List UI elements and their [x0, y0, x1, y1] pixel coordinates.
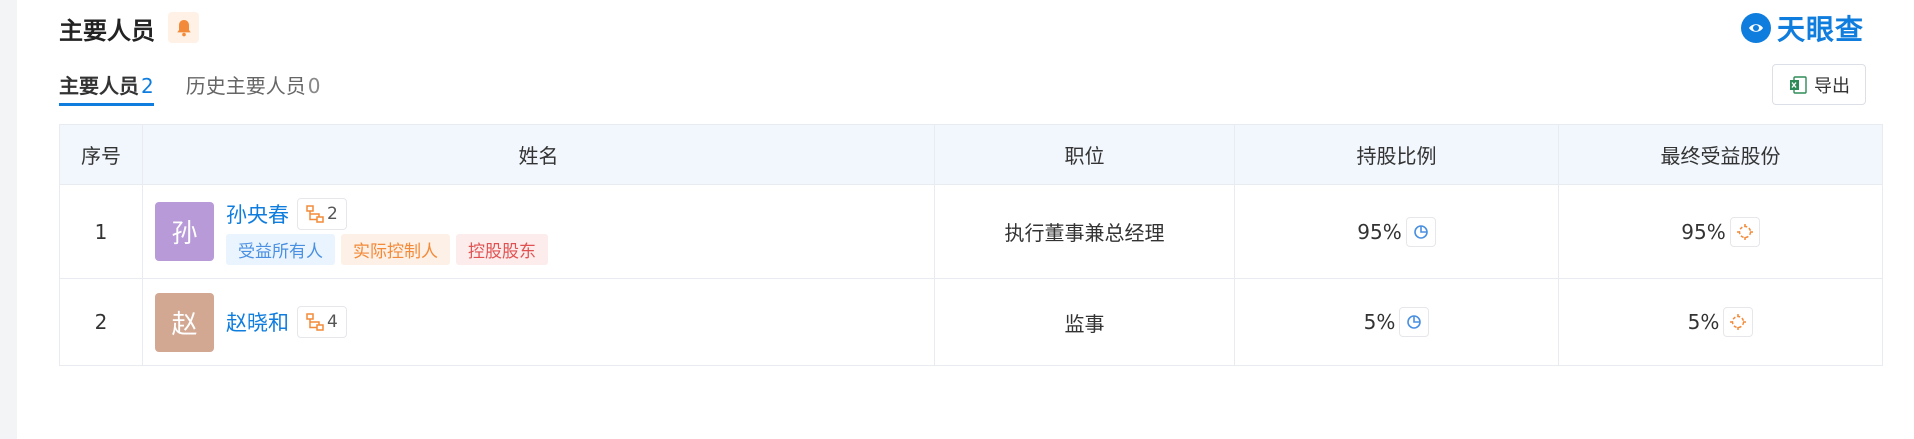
tab-label: 历史主要人员: [185, 74, 306, 98]
beneficial-value: 95%: [1681, 219, 1726, 244]
logo-icon: [1740, 13, 1771, 43]
excel-icon: [1790, 75, 1807, 94]
logo-text: 天眼查: [1776, 13, 1864, 46]
name-cell: 孙 孙央春 2 受益所有人 实际控制人 控股股东: [142, 184, 935, 279]
shareholding-cell: 5%: [1234, 278, 1559, 366]
col-header-shareholding: 持股比例: [1234, 124, 1559, 185]
main-personnel-card: 主要人员 天眼查 主要人员 2 历史主要人员 0 导出 序号 姓名 职位 持股比…: [17, 0, 1914, 439]
tag-beneficial-owner: 受益所有人: [226, 234, 335, 265]
relation-count: 2: [327, 204, 338, 224]
person-name-link[interactable]: 孙央春: [226, 199, 289, 229]
tab-label: 主要人员: [59, 74, 139, 98]
tag-actual-controller: 实际控制人: [341, 234, 450, 265]
col-header-index: 序号: [59, 124, 143, 185]
position-cell: 监事: [934, 278, 1235, 366]
beneficial-value: 5%: [1687, 310, 1720, 334]
export-label: 导出: [1814, 75, 1850, 97]
pie-chart-icon[interactable]: [1399, 307, 1430, 337]
relation-graph-icon: [306, 205, 324, 223]
tag-controlling-shareholder: 控股股东: [456, 234, 548, 265]
row-index: 2: [59, 278, 143, 366]
penetration-icon[interactable]: [1723, 307, 1754, 337]
beneficial-cell: 95%: [1558, 184, 1883, 279]
relation-graph-icon: [306, 313, 324, 331]
shareholding-value: 5%: [1363, 310, 1396, 334]
col-header-beneficial: 最终受益股份: [1558, 124, 1883, 185]
tab-count: 2: [141, 74, 154, 98]
relation-count: 4: [327, 312, 338, 332]
person-name-link[interactable]: 赵晓和: [226, 307, 289, 337]
avatar[interactable]: 赵: [155, 292, 214, 352]
tab-main-personnel[interactable]: 主要人员 2: [59, 70, 154, 106]
tab-count: 0: [307, 74, 321, 98]
position-cell: 执行董事兼总经理: [934, 184, 1235, 279]
pie-chart-icon[interactable]: [1405, 216, 1436, 247]
avatar[interactable]: 孙: [155, 202, 214, 261]
tianyancha-logo: 天眼查: [1739, 10, 1864, 46]
row-index: 1: [59, 184, 143, 279]
tab-bar: 主要人员 2 历史主要人员 0: [59, 70, 320, 106]
name-cell: 赵 赵晓和 4: [142, 278, 935, 366]
personnel-table: 序号 姓名 职位 持股比例 最终受益股份 1 孙 孙央春 2 受益所有人 实际控…: [59, 124, 1883, 366]
shareholding-cell: 95%: [1234, 184, 1559, 279]
shareholding-value: 95%: [1357, 219, 1402, 244]
beneficial-cell: 5%: [1558, 278, 1883, 366]
col-header-position: 职位: [934, 124, 1235, 185]
section-title: 主要人员: [59, 17, 155, 45]
tab-history-personnel[interactable]: 历史主要人员 0: [186, 70, 321, 106]
bell-icon[interactable]: [168, 12, 199, 43]
penetration-icon[interactable]: [1729, 216, 1760, 247]
export-button[interactable]: 导出: [1772, 64, 1866, 105]
table-row: 1 孙 孙央春 2 受益所有人 实际控制人 控股股东 执行董事兼总经理 95% …: [59, 184, 1883, 279]
table-row: 2 赵 赵晓和 4 监事 5% 5%: [59, 278, 1883, 366]
col-header-name: 姓名: [142, 124, 935, 185]
relation-count-button[interactable]: 4: [297, 306, 347, 338]
relation-count-button[interactable]: 2: [297, 198, 347, 230]
